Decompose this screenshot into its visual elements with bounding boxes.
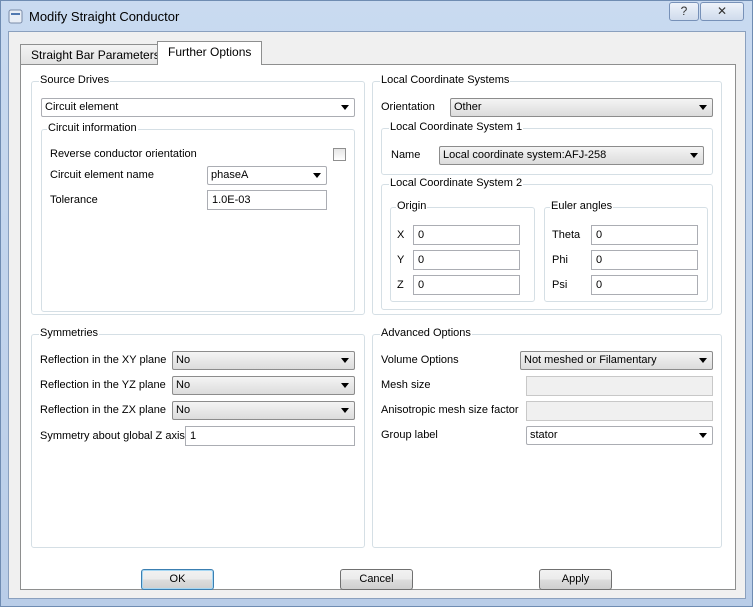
symmetries-group: Symmetries Reflection in the XY plane No…	[31, 327, 365, 548]
theta-input[interactable]: 0	[591, 225, 698, 245]
group-label-select[interactable]: stator	[526, 426, 713, 445]
lcs1-name-select[interactable]: Local coordinate system:AFJ-258	[439, 146, 704, 165]
drive-select[interactable]: Circuit element	[41, 98, 355, 117]
dialog-client: Straight Bar Parameters Further Options …	[8, 31, 746, 599]
chevron-down-icon	[313, 173, 321, 178]
tab-further-options[interactable]: Further Options	[157, 41, 263, 65]
symmetries-title: Symmetries	[39, 327, 100, 339]
reflection-xy-select[interactable]: No	[172, 351, 355, 370]
psi-input[interactable]: 0	[591, 275, 698, 295]
origin-y-input[interactable]: 0	[413, 250, 520, 270]
reverse-orientation-label: Reverse conductor orientation	[50, 148, 197, 160]
reflection-zx-label: Reflection in the ZX plane	[40, 404, 166, 416]
orientation-value: Other	[454, 101, 482, 113]
chevron-down-icon	[341, 358, 349, 363]
chevron-down-icon	[341, 408, 349, 413]
anisotropic-mesh-label: Anisotropic mesh size factor	[381, 404, 519, 416]
close-button[interactable]: ✕	[700, 2, 744, 21]
source-drives-group: Source Drives Circuit element Circuit in…	[31, 74, 365, 315]
window-title: Modify Straight Conductor	[29, 9, 180, 24]
phi-input[interactable]: 0	[591, 250, 698, 270]
lcs-group: Local Coordinate Systems Orientation Oth…	[372, 74, 722, 315]
theta-label: Theta	[552, 229, 581, 241]
origin-y-label: Y	[397, 254, 405, 266]
symmetry-z-axis-label: Symmetry about global Z axis	[40, 430, 185, 442]
mesh-size-label: Mesh size	[381, 379, 431, 391]
phi-label: Phi	[552, 254, 568, 266]
chevron-down-icon	[699, 358, 707, 363]
circuit-info-title: Circuit information	[47, 122, 138, 134]
reflection-xy-value: No	[176, 354, 191, 366]
mesh-size-input[interactable]	[526, 376, 713, 396]
lcs-title: Local Coordinate Systems	[380, 74, 511, 86]
psi-label: Psi	[552, 279, 568, 291]
cancel-button[interactable]: Cancel	[340, 569, 413, 590]
lcs2-title: Local Coordinate System 2	[389, 177, 524, 189]
circuit-element-name-label: Circuit element name	[50, 169, 154, 181]
app-icon	[8, 9, 23, 24]
lcs1-title: Local Coordinate System 1	[389, 121, 524, 133]
euler-group: Euler angles Theta 0 Phi 0 Psi 0	[544, 200, 708, 302]
reverse-orientation-checkbox[interactable]	[333, 148, 346, 161]
lcs1-group: Local Coordinate System 1 Name Local coo…	[381, 121, 713, 175]
orientation-select[interactable]: Other	[450, 98, 713, 117]
orientation-label: Orientation	[381, 101, 435, 113]
apply-button[interactable]: Apply	[539, 569, 612, 590]
origin-title: Origin	[396, 200, 428, 212]
chevron-down-icon	[699, 433, 707, 438]
chevron-down-icon	[699, 105, 707, 110]
chevron-down-icon	[690, 153, 698, 158]
group-label-value: stator	[530, 429, 558, 441]
tab-page: Source Drives Circuit element Circuit in…	[20, 64, 736, 590]
symmetry-z-axis-input[interactable]: 1	[185, 426, 355, 446]
tolerance-label: Tolerance	[50, 194, 98, 206]
euler-title: Euler angles	[550, 200, 614, 212]
source-drives-title: Source Drives	[39, 74, 111, 86]
volume-options-value: Not meshed or Filamentary	[524, 354, 657, 366]
reflection-zx-value: No	[176, 404, 191, 416]
chevron-down-icon	[341, 105, 349, 110]
group-label-label: Group label	[381, 429, 438, 441]
tab-straight-bar-parameters[interactable]: Straight Bar Parameters	[20, 44, 171, 65]
origin-z-input[interactable]: 0	[413, 275, 520, 295]
reflection-yz-label: Reflection in the YZ plane	[40, 379, 166, 391]
anisotropic-mesh-input[interactable]	[526, 401, 713, 421]
circuit-element-name-value: phaseA	[211, 169, 249, 181]
tolerance-input[interactable]: 1.0E-03	[207, 190, 327, 210]
origin-group: Origin X 0 Y 0 Z 0	[390, 200, 535, 302]
dialog-window: Modify Straight Conductor ? ✕ Straight B…	[0, 0, 753, 607]
volume-options-label: Volume Options	[381, 354, 459, 366]
reflection-yz-select[interactable]: No	[172, 376, 355, 395]
origin-x-label: X	[397, 229, 405, 241]
origin-x-input[interactable]: 0	[413, 225, 520, 245]
reflection-xy-label: Reflection in the XY plane	[40, 354, 167, 366]
reflection-zx-select[interactable]: No	[172, 401, 355, 420]
lcs1-name-label: Name	[391, 149, 421, 161]
origin-z-label: Z	[397, 279, 404, 291]
volume-options-select[interactable]: Not meshed or Filamentary	[520, 351, 713, 370]
title-bar[interactable]: Modify Straight Conductor ? ✕	[1, 1, 752, 31]
drive-select-value: Circuit element	[45, 101, 119, 113]
ok-button[interactable]: OK	[141, 569, 214, 590]
circuit-element-name-select[interactable]: phaseA	[207, 166, 327, 185]
advanced-options-title: Advanced Options	[380, 327, 472, 339]
reflection-yz-value: No	[176, 379, 191, 391]
lcs1-name-value: Local coordinate system:AFJ-258	[443, 149, 607, 161]
circuit-info-group: Circuit information Reverse conductor or…	[41, 122, 355, 312]
chevron-down-icon	[341, 383, 349, 388]
advanced-options-group: Advanced Options Volume Options Not mesh…	[372, 327, 722, 548]
help-button[interactable]: ?	[669, 2, 699, 21]
lcs2-group: Local Coordinate System 2 Origin X 0 Y 0…	[381, 177, 713, 310]
